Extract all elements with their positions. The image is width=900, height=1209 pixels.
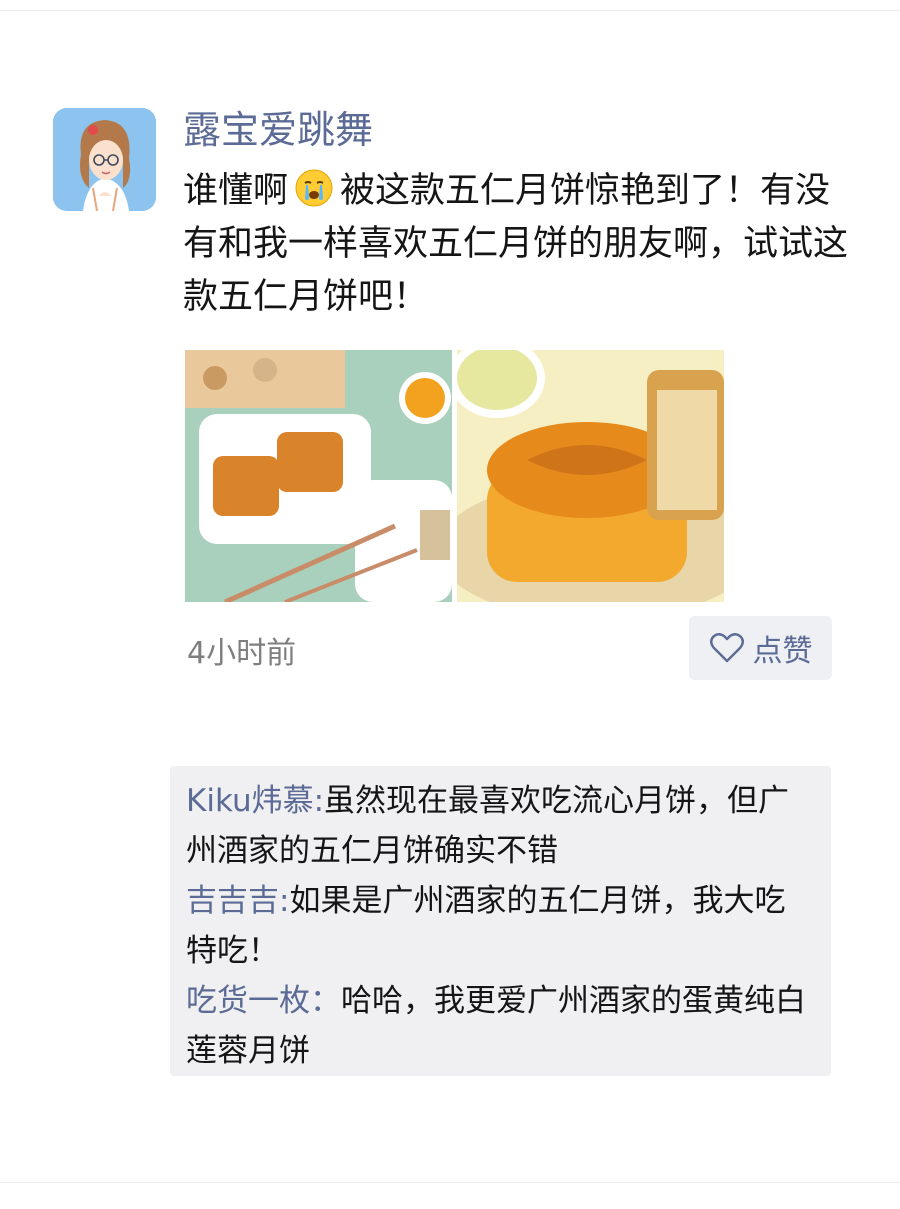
post-timestamp: 4小时前: [187, 636, 297, 671]
heart-icon: [709, 633, 744, 663]
comment-author[interactable]: Kiku炜慕: [186, 783, 314, 819]
like-label: 点赞: [752, 634, 813, 669]
comment-author[interactable]: 吉吉吉: [186, 883, 279, 919]
mooncake-plate-illustration: [185, 350, 452, 602]
bottom-divider: [0, 1182, 900, 1183]
comment-separator: ：: [310, 983, 341, 1019]
comment-separator: :: [279, 883, 290, 919]
mooncake-closeup-illustration: [457, 350, 724, 602]
mooncake-closeup-photo[interactable]: [457, 350, 724, 602]
comment-separator: :: [313, 783, 325, 819]
post-username[interactable]: 露宝爱跳舞: [183, 104, 373, 156]
post-text: 谁懂啊 被这款五仁月饼惊艳到了！有没有和我一样喜欢五仁月饼的朋友啊，试试这款五仁…: [183, 165, 848, 324]
comment-section: Kiku炜慕:虽然现在最喜欢吃流心月饼，但广州酒家的五仁月饼确实不错 吉吉吉:如…: [170, 766, 831, 1076]
comment-author[interactable]: 吃货一枚: [186, 983, 310, 1019]
comment-item: 吃货一枚：哈哈，我更爱广州酒家的蛋黄纯白莲蓉月饼: [186, 976, 806, 1076]
comment-item: 吉吉吉:如果是广州酒家的五仁月饼，我大吃特吃！: [186, 876, 806, 976]
user-avatar[interactable]: [53, 108, 156, 211]
comment-item: Kiku炜慕:虽然现在最喜欢吃流心月饼，但广州酒家的五仁月饼确实不错: [186, 776, 806, 876]
top-divider: [0, 10, 900, 11]
mooncake-plate-photo[interactable]: [185, 350, 452, 602]
crying-face-emoji-icon: [294, 168, 334, 208]
like-button[interactable]: 点赞: [689, 616, 832, 680]
avatar-illustration: [53, 108, 156, 211]
post-text-start: 谁懂啊: [183, 171, 289, 211]
